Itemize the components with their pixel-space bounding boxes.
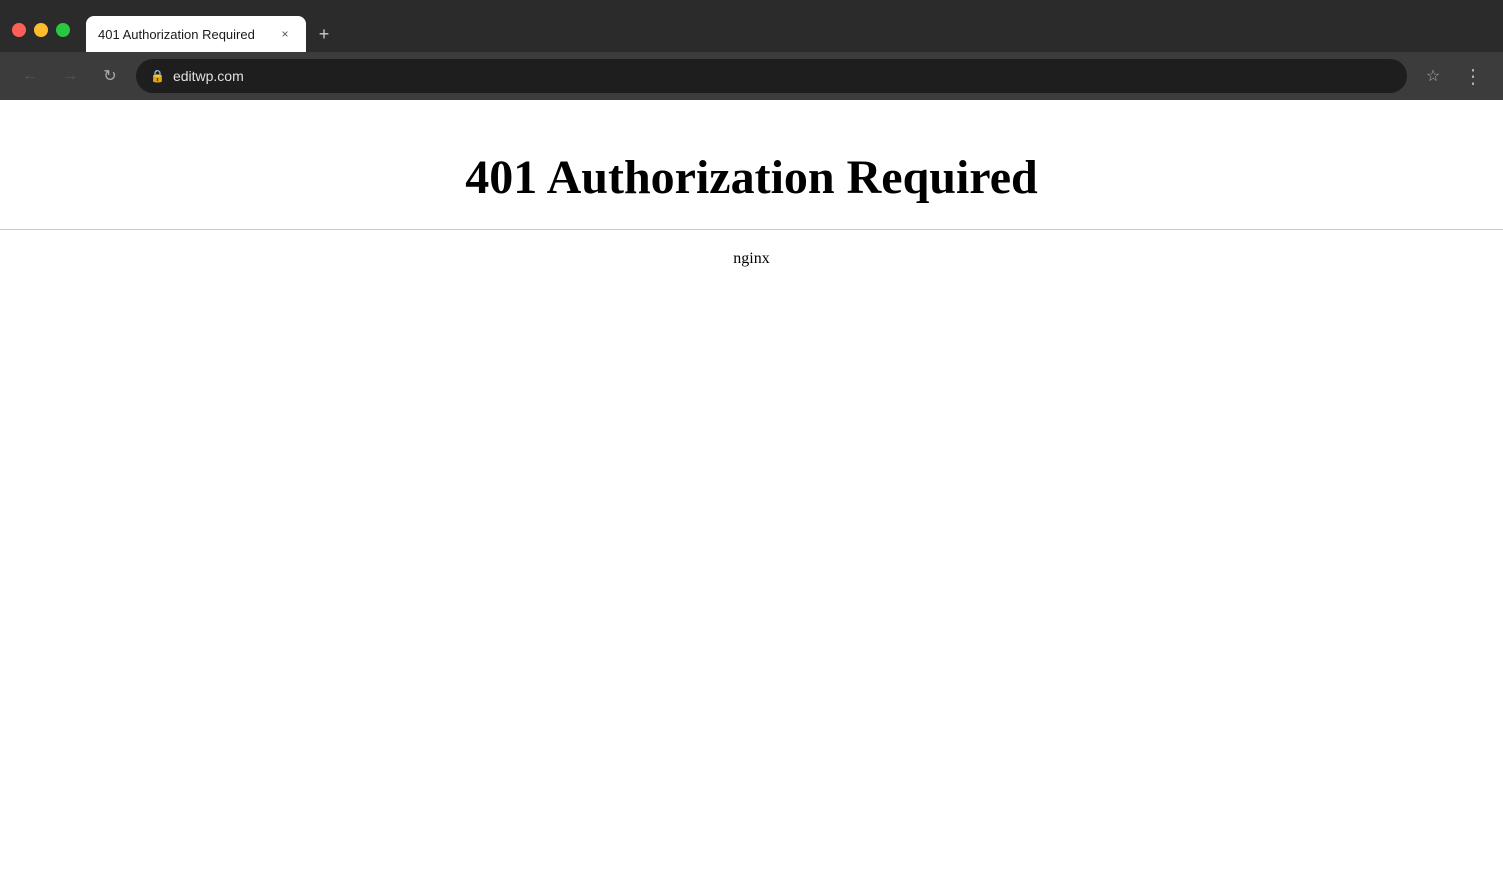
title-bar: 401 Authorization Required × +	[0, 0, 1503, 52]
forward-button[interactable]: →	[56, 62, 84, 90]
menu-button[interactable]: ⋮	[1459, 62, 1487, 90]
tabs-area: 401 Authorization Required × +	[86, 8, 1491, 52]
url-text: editwp.com	[173, 68, 1393, 84]
active-tab[interactable]: 401 Authorization Required ×	[86, 16, 306, 52]
error-page: 401 Authorization Required nginx	[0, 100, 1503, 268]
close-button[interactable]	[12, 23, 26, 37]
address-bar: ← → ↻ 🔒 editwp.com ☆ ⋮	[0, 52, 1503, 100]
url-bar[interactable]: 🔒 editwp.com	[136, 59, 1407, 93]
tab-title: 401 Authorization Required	[98, 27, 268, 42]
lock-icon: 🔒	[150, 69, 165, 83]
back-button[interactable]: ←	[16, 62, 44, 90]
tab-close-button[interactable]: ×	[276, 25, 294, 43]
divider	[0, 229, 1503, 230]
bookmark-button[interactable]: ☆	[1419, 62, 1447, 90]
new-tab-button[interactable]: +	[310, 20, 338, 48]
minimize-button[interactable]	[34, 23, 48, 37]
window-controls	[12, 23, 70, 37]
browser-chrome: 401 Authorization Required × + ← → ↻ 🔒 e…	[0, 0, 1503, 100]
maximize-button[interactable]	[56, 23, 70, 37]
page-content: 401 Authorization Required nginx	[0, 100, 1503, 878]
reload-button[interactable]: ↻	[96, 62, 124, 90]
server-info: nginx	[0, 250, 1503, 268]
error-heading: 401 Authorization Required	[0, 150, 1503, 205]
